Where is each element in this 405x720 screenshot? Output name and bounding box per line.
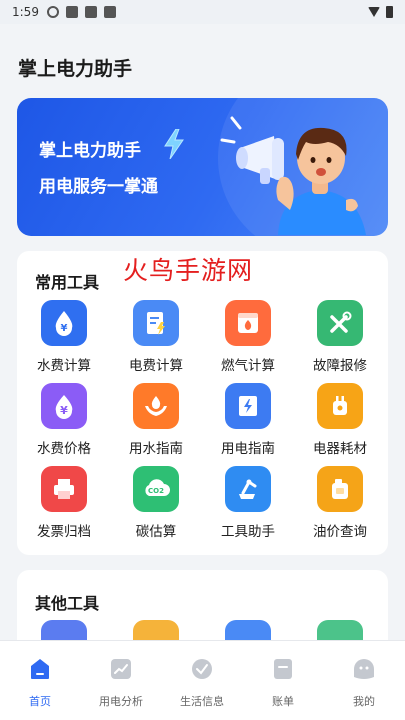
mixer-icon: [225, 466, 271, 512]
nav-home[interactable]: 首页: [0, 657, 80, 709]
app-notification-icon-2: [103, 6, 116, 18]
nav-profile[interactable]: 我的: [324, 657, 404, 709]
tool-label: 用电指南: [221, 441, 275, 457]
tool-electric-guide[interactable]: 用电指南: [207, 383, 289, 457]
lightning-icon: [164, 129, 184, 159]
yen-drop-icon: ¥: [41, 383, 87, 429]
nav-usage-analysis[interactable]: 用电分析: [81, 657, 161, 709]
nav-label: 用电分析: [99, 695, 143, 708]
tool-fault-repair[interactable]: 故障报修: [299, 300, 381, 374]
nav-life-info[interactable]: 生活信息: [162, 657, 242, 709]
status-time: 1:59: [12, 5, 39, 19]
nav-label: 我的: [353, 695, 375, 708]
hands-drop-icon: [133, 383, 179, 429]
oil-can-icon: [317, 466, 363, 512]
tool-label: 油价查询: [313, 524, 367, 540]
tool-label: 碳估算: [135, 524, 177, 540]
watermark-text: 火鸟手游网: [123, 256, 254, 285]
bottom-nav: 首页 用电分析 生活信息 账单 我的: [0, 640, 405, 720]
check-bubble-icon: [192, 659, 212, 679]
page-title: 掌上电力助手: [18, 58, 133, 80]
tool-label: 故障报修: [313, 358, 367, 374]
nav-bill[interactable]: 账单: [243, 657, 323, 709]
tool-oil-price[interactable]: 油价查询: [299, 466, 381, 540]
tool-water-price[interactable]: ¥ 水费价格: [23, 383, 105, 457]
bill-icon: [274, 659, 292, 679]
banner-title: 掌上电力助手: [39, 141, 141, 161]
tool-label: 电费计算: [129, 358, 183, 374]
home-icon: [31, 659, 49, 679]
tool-label: 水费价格: [37, 441, 91, 457]
tool-gas-calc[interactable]: 燃气计算: [207, 300, 289, 374]
tool-carbon-estimate[interactable]: CO2 碳估算: [115, 466, 197, 540]
svg-text:¥: ¥: [60, 404, 68, 417]
printer-icon: [41, 466, 87, 512]
tool-helper[interactable]: 工具助手: [207, 466, 289, 540]
co2-cloud-icon: CO2: [133, 466, 179, 512]
electric-guide-icon: [225, 383, 271, 429]
tool-label: 发票归档: [37, 524, 91, 540]
other-tools-title: 其他工具: [35, 594, 100, 613]
tool-label: 用水指南: [129, 441, 183, 457]
nav-label: 生活信息: [180, 695, 224, 708]
tool-label: 电器耗材: [313, 441, 367, 457]
battery-icon: [386, 6, 393, 18]
tool-water-fee-calc[interactable]: ¥ 水费计算: [23, 300, 105, 374]
plug-icon: [317, 383, 363, 429]
svg-text:CO2: CO2: [148, 487, 164, 495]
tool-invoice-archive[interactable]: 发票归档: [23, 466, 105, 540]
common-tools-title: 常用工具: [35, 273, 100, 292]
electric-bill-icon: [133, 300, 179, 346]
tool-water-guide[interactable]: 用水指南: [115, 383, 197, 457]
tool-appliance-supplies[interactable]: 电器耗材: [299, 383, 381, 457]
common-tools-card: 常用工具 火鸟手游网 ¥ 水费计算 电费计算 燃气计算 故障报修 ¥ 水费价格: [17, 251, 388, 555]
gas-stove-icon: [225, 300, 271, 346]
sync-status-icon: [46, 6, 59, 18]
tool-label: 水费计算: [37, 358, 91, 374]
font-notification-icon: [84, 6, 97, 18]
nav-label: 账单: [272, 695, 294, 708]
status-bar: 1:59: [0, 0, 405, 24]
wifi-icon: [368, 7, 380, 17]
banner-subtitle: 用电服务一掌通: [39, 177, 158, 197]
promo-banner[interactable]: 掌上电力助手 用电服务一掌通: [17, 98, 388, 236]
chart-trend-icon: [111, 659, 131, 679]
megaphone-person-illustration: [220, 116, 366, 235]
water-drop-yen-icon: ¥: [41, 300, 87, 346]
tool-electric-fee-calc[interactable]: 电费计算: [115, 300, 197, 374]
tool-label: 工具助手: [221, 524, 275, 540]
tool-label: 燃气计算: [221, 358, 275, 374]
svg-text:¥: ¥: [61, 323, 68, 334]
profile-icon: [354, 659, 374, 679]
nav-label: 首页: [29, 695, 51, 708]
repair-tools-icon: [317, 300, 363, 346]
app-notification-icon: [65, 6, 78, 18]
